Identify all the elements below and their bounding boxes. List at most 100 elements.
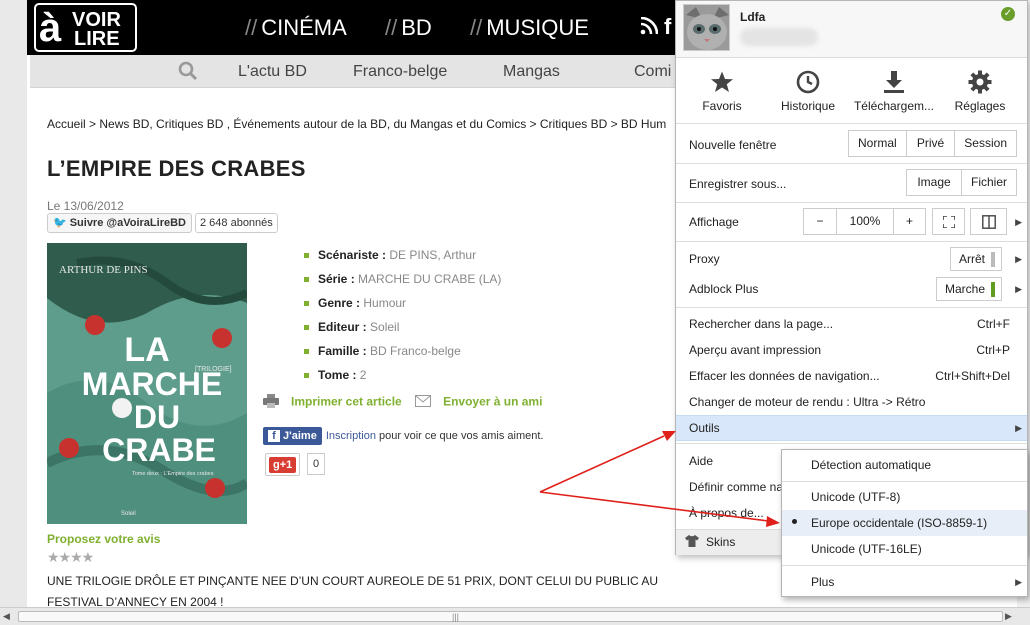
- tools-label: Outils: [689, 421, 720, 435]
- google-plus-button[interactable]: g+1: [265, 453, 301, 476]
- property-value[interactable]: DE PINS, Arthur: [389, 248, 476, 262]
- menu-tools[interactable]: Outils ▶: [676, 415, 1027, 441]
- facebook-icon[interactable]: f: [664, 14, 671, 40]
- facebook-signup-link[interactable]: Inscription: [326, 430, 376, 442]
- property-value[interactable]: BD Franco-belge: [370, 344, 461, 358]
- new-window-label: Nouvelle fenêtre: [689, 138, 777, 152]
- menu-clear-data[interactable]: Effacer les données de navigation... Ctr…: [676, 363, 1027, 389]
- logo-a: à: [39, 6, 62, 50]
- sync-check-icon[interactable]: ✓: [1001, 7, 1015, 21]
- quick-action-label: Favoris: [702, 99, 742, 113]
- encoding-more[interactable]: Plus ▶: [782, 569, 1027, 595]
- scrollbar-grip-icon: |||: [452, 612, 460, 622]
- bullet: [304, 325, 309, 331]
- nav-bd[interactable]: //BD: [385, 15, 432, 41]
- adblock-toggle[interactable]: Marche: [935, 277, 1002, 301]
- scrollbar-thumb[interactable]: |||: [18, 611, 1003, 622]
- propose-review-link[interactable]: Proposez votre avis: [47, 532, 160, 546]
- bullet: [304, 277, 309, 283]
- search-icon[interactable]: [178, 61, 198, 81]
- scroll-left-arrow[interactable]: ◀: [3, 611, 10, 622]
- facebook-like-label: J'aime: [283, 430, 317, 442]
- clear-data-shortcut: Ctrl+Shift+Del: [935, 369, 1010, 383]
- proxy-submenu-arrow-icon[interactable]: ▶: [1015, 254, 1022, 265]
- menu-adblock[interactable]: Adblock Plus Marche ▶: [676, 274, 1027, 304]
- print-article-link[interactable]: Imprimer cet article: [291, 395, 402, 409]
- book-cover[interactable]: LA MARCHE DU CRABE ARTHUR DE PINS [TRILO…: [47, 243, 247, 524]
- adblock-label: Adblock Plus: [689, 282, 759, 296]
- menu-new-window: Nouvelle fenêtre Normal Privé Session: [676, 125, 1027, 163]
- menu-print-preview[interactable]: Aperçu avant impression Ctrl+P: [676, 337, 1027, 363]
- avatar[interactable]: [683, 4, 730, 51]
- find-label: Rechercher dans la page...: [689, 317, 834, 331]
- cover-volume: Tome deux : L'Empire des crabes: [132, 471, 214, 477]
- fullscreen-button[interactable]: [932, 208, 965, 235]
- horizontal-scrollbar[interactable]: ◀ ||| ▶: [0, 607, 1030, 625]
- proxy-toggle[interactable]: Arrêt: [949, 247, 1002, 271]
- rating-stars[interactable]: ★★★★: [47, 549, 94, 566]
- twitter-follow-button[interactable]: 🐦 Suivre @aVoiraLireBD: [47, 213, 192, 233]
- selected-dot-icon: [792, 519, 797, 524]
- printer-icon[interactable]: [263, 394, 279, 411]
- article-actions: Imprimer cet article Envoyer à un ami: [263, 394, 542, 411]
- new-window-private-button[interactable]: Privé: [905, 131, 955, 156]
- menu-display: Affichage − 100% + ▶: [676, 203, 1027, 241]
- rss-icon[interactable]: [640, 16, 660, 37]
- menu-proxy[interactable]: Proxy Arrêt ▶: [676, 244, 1027, 274]
- cover-title-line-4: CRABE: [102, 432, 216, 468]
- new-window-session-button[interactable]: Session: [954, 131, 1016, 156]
- property-value[interactable]: MARCHE DU CRABE (LA): [358, 272, 501, 286]
- gear-icon: [968, 70, 992, 94]
- zoom-in-button[interactable]: +: [893, 209, 925, 234]
- quick-action-reglages[interactable]: Réglages: [937, 70, 1023, 113]
- download-icon: [884, 71, 904, 93]
- bullet: [304, 253, 309, 259]
- property-genre: Genre : Humour: [304, 296, 501, 320]
- encoding-iso-8859-1[interactable]: Europe occidentale (ISO-8859-1): [782, 510, 1027, 536]
- site-logo[interactable]: à VOIR LIRE: [34, 3, 137, 52]
- sidebar-toggle-button[interactable]: [970, 208, 1007, 235]
- subnav-actu-bd[interactable]: L'actu BD: [238, 63, 307, 81]
- facebook-like-button[interactable]: f J'aime: [263, 427, 322, 445]
- toggle-indicator: [991, 282, 995, 298]
- menu-rendering-engine[interactable]: Changer de moteur de rendu : Ultra -> Ré…: [676, 389, 1027, 415]
- display-submenu-arrow-icon[interactable]: ▶: [1015, 217, 1022, 228]
- save-as-image-button[interactable]: Image: [907, 170, 961, 195]
- google-plus-label: g+1: [269, 457, 297, 473]
- encoding-utf16le[interactable]: Unicode (UTF-16LE): [782, 536, 1027, 562]
- twitter-icon: 🐦: [53, 217, 67, 229]
- subnav-franco-belge[interactable]: Franco-belge: [353, 63, 447, 81]
- quick-action-historique[interactable]: Historique: [765, 70, 851, 113]
- nav-cinema[interactable]: //CINÉMA: [245, 15, 347, 41]
- find-shortcut: Ctrl+F: [977, 317, 1010, 331]
- property-serie: Série : MARCHE DU CRABE (LA): [304, 272, 501, 296]
- twitter-follower-count: 2 648 abonnés: [195, 213, 278, 233]
- nav-separator: //: [470, 15, 483, 40]
- google-plus-count: 0: [307, 453, 326, 475]
- quick-action-telechargements[interactable]: Téléchargem...: [851, 70, 937, 113]
- quick-action-favoris[interactable]: Favoris: [679, 70, 765, 113]
- nav-separator: //: [245, 15, 258, 40]
- save-as-file-button[interactable]: Fichier: [960, 170, 1016, 195]
- encoding-auto-detect[interactable]: Détection automatique: [782, 452, 1027, 478]
- menu-find-in-page[interactable]: Rechercher dans la page... Ctrl+F: [676, 311, 1027, 337]
- nav-musique[interactable]: //MUSIQUE: [470, 15, 589, 41]
- menu-save-as: Enregistrer sous... Image Fichier: [676, 164, 1027, 202]
- property-key: Famille :: [318, 344, 367, 358]
- envelope-icon[interactable]: [415, 395, 432, 410]
- new-window-normal-button[interactable]: Normal: [849, 131, 906, 156]
- menu-divider: [782, 565, 1027, 566]
- scroll-right-arrow[interactable]: ▶: [1005, 611, 1012, 622]
- adblock-submenu-arrow-icon[interactable]: ▶: [1015, 284, 1022, 295]
- subnav-mangas[interactable]: Mangas: [503, 63, 560, 81]
- zoom-out-button[interactable]: −: [804, 209, 836, 234]
- bullet: [304, 373, 309, 379]
- send-to-friend-link[interactable]: Envoyer à un ami: [443, 395, 542, 409]
- encoding-utf8[interactable]: Unicode (UTF-8): [782, 484, 1027, 510]
- breadcrumb[interactable]: Accueil > News BD, Critiques BD , Événem…: [47, 117, 666, 131]
- subnav-comics[interactable]: Comi: [634, 63, 671, 81]
- nav-separator: //: [385, 15, 398, 40]
- toggle-indicator: [991, 252, 995, 268]
- property-value[interactable]: Soleil: [370, 320, 399, 334]
- property-value[interactable]: Humour: [363, 296, 406, 310]
